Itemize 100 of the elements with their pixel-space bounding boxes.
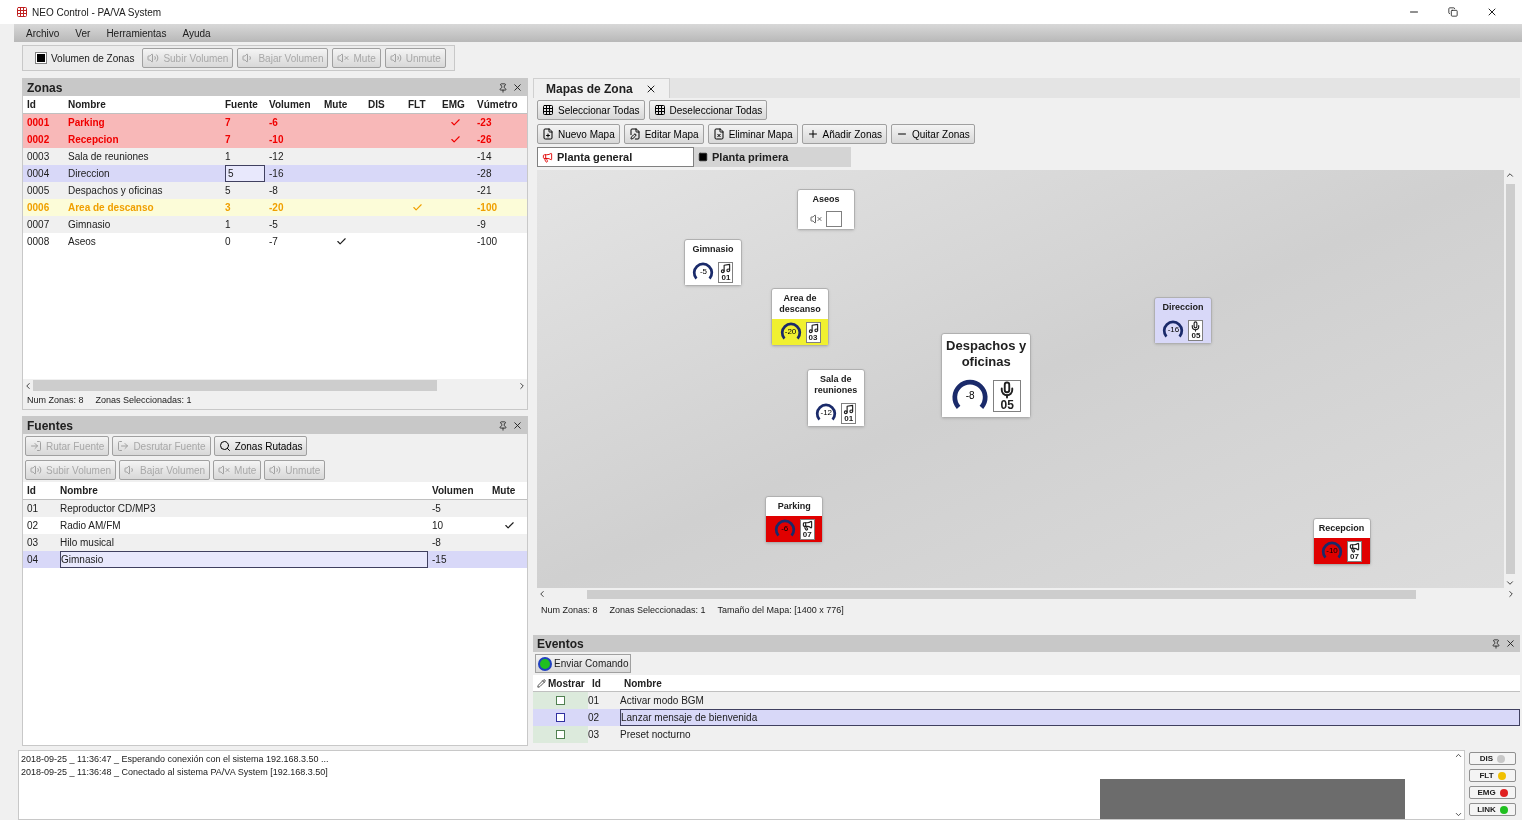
column-header[interactable]: Volumen [432,483,492,498]
table-cell-text: -20 [269,201,285,215]
menu-item[interactable]: Herramientas [106,25,167,41]
pin-icon[interactable] [1491,638,1501,649]
column-header[interactable]: Nombre [60,483,432,498]
scroll-up-icon[interactable] [1505,170,1515,180]
scroll-left-icon[interactable] [537,589,547,599]
zone-marker[interactable]: Sala de reuniones -12 01 [806,368,865,428]
column-header[interactable]: Mostrar [537,675,592,691]
map-tab-title: Mapas de Zona [546,80,633,98]
select-button[interactable]: Seleccionar Todas [537,100,645,120]
zone-marker[interactable]: Area de descanso -20 03 [771,287,829,347]
scroll-left-icon[interactable] [23,380,33,391]
table-cell-text: 03 [588,728,601,742]
map-button[interactable]: Eliminar Mapa [707,124,798,144]
scroll-up-icon[interactable] [1453,751,1463,760]
column-header[interactable]: Id [27,483,60,498]
floor-tab[interactable]: Planta primera [694,147,851,167]
speaker-icon [269,464,282,476]
table-row[interactable]: 03 Hilo musical -8 [23,534,527,551]
table-cell: 5 [225,165,265,182]
floor-tab[interactable]: Planta general [537,147,694,167]
zone-marker-name: Recepcion [1317,522,1366,536]
column-header[interactable]: EMG [442,97,477,112]
column-header[interactable]: Nombre [624,675,1520,691]
scroll-down-icon[interactable] [1505,578,1515,588]
column-header[interactable]: Mute [324,97,368,112]
column-header[interactable]: Id [592,675,624,691]
column-header[interactable]: DIS [368,97,408,112]
table-cell-text: 02 [27,519,40,533]
send-command-button[interactable]: Enviar Comando [535,654,632,673]
app-logo-icon [16,6,28,18]
table-cell-text: Direccion [68,167,111,181]
arrow-into-box-icon [30,440,42,452]
close-icon[interactable] [512,82,523,93]
table-row[interactable]: 01 Reproductor CD/MP3 -5 [23,500,527,517]
table-cell-text: -16 [269,167,285,181]
table-row[interactable]: 02 Lanzar mensaje de bienvenida [533,709,1520,726]
column-header[interactable]: Id [27,97,68,112]
gauge-value: -6 [781,525,789,534]
zone-marker[interactable]: Gimnasio -5 01 [683,238,742,287]
column-header[interactable]: FLT [408,97,442,112]
pin-icon[interactable] [498,420,508,431]
close-icon[interactable] [1505,638,1516,649]
zone-volume-toggle[interactable]: Volumen de Zonas [31,50,139,66]
toggle-checkbox[interactable] [35,52,47,64]
menu-item[interactable]: Ayuda [182,25,211,41]
zone-marker[interactable]: Recepcion -10 07 [1312,518,1371,566]
menu-item[interactable]: Archivo [26,25,60,41]
column-header[interactable]: Volumen [269,97,324,112]
table-cell-text: 0002 [27,133,51,147]
map-button[interactable]: Nuevo Mapa [537,124,620,144]
close-icon[interactable] [1486,6,1498,18]
square-icon [698,152,708,162]
table-cell-text: 0007 [27,218,51,232]
restore-icon[interactable] [1448,7,1458,17]
status-text: Zonas Seleccionadas: 1 [609,604,706,617]
table-cell-text: -100 [477,201,498,215]
map-tab[interactable]: Mapas de Zona [533,78,670,98]
checkbox[interactable] [556,713,565,722]
select-button[interactable]: Deseleccionar Todas [648,100,768,120]
pin-icon[interactable] [498,82,508,93]
zone-marker[interactable]: Parking -6 07 [765,496,824,544]
map-button[interactable]: Editar Mapa [623,124,704,144]
table-cell-text: Preset nocturno [620,728,692,742]
zone-marker-name: Sala de reuniones [813,372,859,398]
source-number: 03 [808,333,818,342]
source-number: 05 [1000,398,1014,411]
zone-marker[interactable]: Aseos [797,188,856,231]
table-cell-text: Reproductor CD/MP3 [60,502,157,516]
scroll-right-icon[interactable] [517,380,527,391]
close-icon[interactable] [512,420,523,431]
megaphone-icon [542,151,553,163]
horizontal-scrollbar[interactable] [537,588,1516,600]
menu-item[interactable]: Ver [75,25,91,41]
status-text: Zonas Seleccionadas: 1 [95,393,192,407]
table-row[interactable]: 0003 Sala de reuniones 1 -12 -14 [23,148,527,165]
scroll-down-icon[interactable] [1453,810,1463,819]
table-cell-text: 01 [588,694,601,708]
map-button[interactable]: Quitar Zonas [891,124,975,144]
column-header[interactable]: Nombre [68,97,225,112]
table-row[interactable]: 0004 Direccion 5 -16 -28 [23,165,527,182]
pencil-icon [537,678,546,688]
column-header[interactable]: Vúmetro [477,97,527,112]
table-row[interactable]: 04 Gimnasio -15 [23,551,527,568]
table-cell-text: 0008 [27,235,51,249]
column-header[interactable]: Fuente [225,97,269,112]
scroll-right-icon[interactable] [1506,589,1516,599]
source-button[interactable]: Zonas Rutadas [213,436,308,456]
zone-marker[interactable]: Despachos y oficinas -8 05 [941,333,1032,418]
source-number: 05 [1191,331,1201,340]
table-row[interactable]: 0005 Despachos y oficinas 5 -8 -21 [23,182,527,199]
file-x-icon [712,128,725,140]
checkbox[interactable] [556,730,565,739]
table-row[interactable]: 0007 Gimnasio 1 -5 -9 [23,216,527,233]
zone-marker[interactable]: Direccion -16 05 [1153,297,1212,345]
column-header[interactable]: Mute [492,483,527,498]
horizontal-scrollbar[interactable] [23,379,527,392]
map-button[interactable]: Añadir Zonas [801,124,888,144]
checkbox[interactable] [556,696,565,705]
